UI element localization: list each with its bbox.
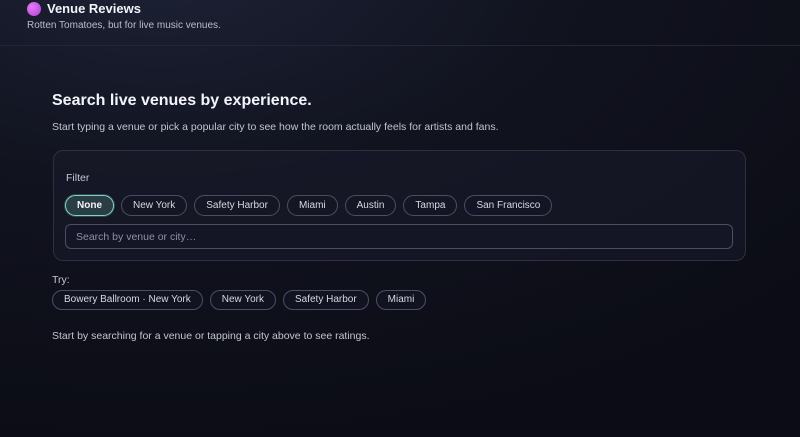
filter-chip-tampa[interactable]: Tampa	[403, 195, 458, 216]
filter-chip-san-francisco[interactable]: San Francisco	[464, 195, 553, 216]
filter-chip-new-york[interactable]: New York	[121, 195, 188, 216]
filter-chip-austin[interactable]: Austin	[344, 195, 397, 216]
page-subtitle: Start typing a venue or pick a popular c…	[52, 121, 499, 133]
filter-chip-miami[interactable]: Miami	[286, 195, 338, 216]
empty-state-message: Start by searching for a venue or tappin…	[52, 330, 370, 342]
search-input[interactable]	[65, 224, 733, 249]
suggestions-label: Try:	[52, 274, 70, 286]
suggestion-chip-safety-harbor[interactable]: Safety Harbor	[282, 290, 369, 310]
app-tagline: Rotten Tomatoes, but for live music venu…	[27, 20, 221, 31]
suggestion-chip-miami[interactable]: Miami	[375, 290, 427, 310]
search-panel: Filter None New York Safety Harbor Miami…	[53, 150, 746, 261]
logo-icon	[27, 2, 41, 16]
filter-chip-group: None New York Safety Harbor Miami Austin…	[65, 195, 553, 216]
suggestion-chip-new-york[interactable]: New York	[209, 290, 276, 310]
filter-chip-none[interactable]: None	[65, 195, 114, 216]
app-title: Venue Reviews	[47, 1, 141, 16]
suggestion-chip-bowery-ballroom[interactable]: Bowery Ballroom · New York	[52, 290, 203, 310]
filter-label: Filter	[66, 172, 90, 184]
suggestion-chip-group: Bowery Ballroom · New York New York Safe…	[52, 290, 427, 310]
filter-chip-safety-harbor[interactable]: Safety Harbor	[194, 195, 280, 216]
app-header: Venue Reviews Rotten Tomatoes, but for l…	[0, 0, 800, 46]
page-title: Search live venues by experience.	[52, 92, 312, 109]
